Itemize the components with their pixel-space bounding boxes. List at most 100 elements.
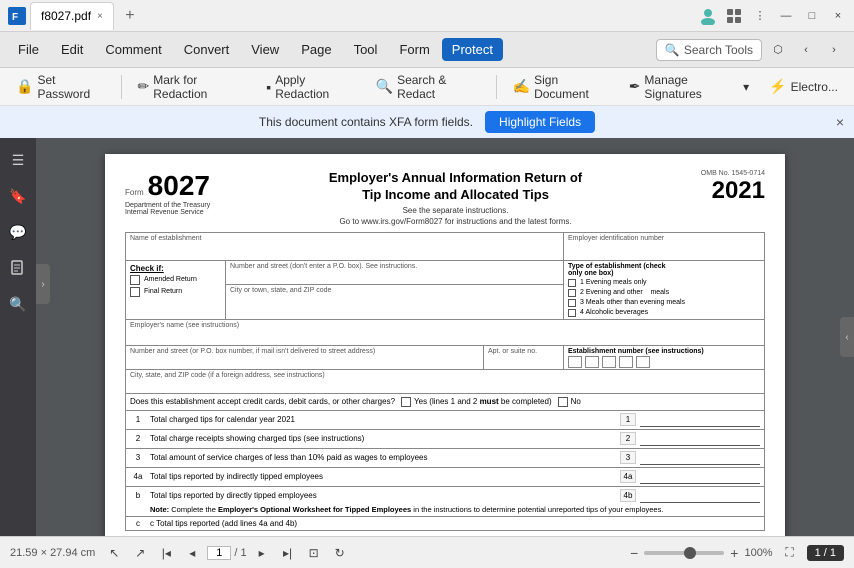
notification-close-button[interactable]: ×	[836, 114, 844, 130]
form-title-area: Employer's Annual Information Return of …	[220, 170, 691, 226]
sidebar-bookmark-icon[interactable]: 🔖	[4, 182, 32, 210]
rotate-button[interactable]: ↻	[329, 542, 351, 564]
zoom-slider[interactable]	[644, 551, 724, 555]
amended-return-checkbox[interactable]	[130, 275, 140, 285]
line-1-amount[interactable]	[640, 413, 760, 427]
line-4b-row: b Total tips reported by directly tipped…	[126, 487, 764, 517]
manage-signatures-button[interactable]: ✒ Manage Signatures ▾	[621, 69, 758, 105]
menu-comment[interactable]: Comment	[95, 38, 171, 61]
set-password-label: Set Password	[37, 73, 104, 101]
more-options-icon[interactable]: ⋮	[748, 4, 772, 28]
last-page-button[interactable]: ▸|	[277, 542, 299, 564]
mark-redaction-button[interactable]: ✏ Mark for Redaction	[130, 69, 255, 105]
menu-bar: File Edit Comment Convert View Page Tool…	[0, 32, 854, 68]
fit-page-button[interactable]: ⊡	[303, 542, 325, 564]
back-icon[interactable]: ‹	[794, 38, 818, 62]
no-box: No	[558, 397, 581, 407]
zoom-out-button[interactable]: −	[630, 545, 638, 561]
line-4b-amount[interactable]	[640, 489, 760, 503]
form-year-display: 2021	[701, 177, 765, 205]
electronic-button[interactable]: ⚡ Electro...	[761, 74, 846, 99]
mark-icon: ✏	[138, 78, 150, 95]
final-return-label: Final Return	[144, 288, 182, 295]
fullscreen-button[interactable]: ⛶	[779, 542, 801, 564]
city-state-field[interactable]	[130, 379, 760, 391]
arrow-tool[interactable]: ↗	[129, 542, 151, 564]
menu-file[interactable]: File	[8, 38, 49, 61]
form-title-line1: Employer's Annual Information Return of	[220, 170, 691, 187]
tab-close-button[interactable]: ×	[97, 11, 103, 22]
form-title-line2: Tip Income and Allocated Tips	[220, 187, 691, 204]
sidebar-menu-icon[interactable]: ☰	[4, 146, 32, 174]
sidebar-comment-icon[interactable]: 💬	[4, 218, 32, 246]
search-redact-button[interactable]: 🔍 Search & Redact	[368, 69, 488, 105]
est-number-boxes[interactable]	[568, 355, 760, 367]
menu-view[interactable]: View	[241, 38, 289, 61]
page-input[interactable]	[207, 546, 231, 560]
dimensions-label: 21.59 × 27.94 cm	[10, 547, 95, 559]
menu-tools-area: 🔍 Search Tools ⬡ ‹ ›	[656, 38, 846, 62]
profile-icon[interactable]	[696, 4, 720, 28]
search-tools-label: Search Tools	[684, 43, 753, 57]
prev-page-button[interactable]: ◂	[181, 542, 203, 564]
menu-edit[interactable]: Edit	[51, 38, 93, 61]
line-2-amount[interactable]	[640, 432, 760, 446]
forward-icon[interactable]: ›	[822, 38, 846, 62]
line-4a-amount[interactable]	[640, 470, 760, 484]
document-tab[interactable]: f8027.pdf ×	[30, 2, 114, 30]
search-tools-button[interactable]: 🔍 Search Tools	[656, 39, 762, 61]
set-password-button[interactable]: 🔒 Set Password	[8, 69, 113, 105]
city-state-label: City, state, and ZIP code (if a foreign …	[130, 372, 760, 379]
extensions-icon[interactable]	[722, 4, 746, 28]
type-3-checkbox[interactable]	[568, 299, 576, 307]
employer-name-field[interactable]	[130, 329, 760, 343]
cursor-tool[interactable]: ↖	[103, 542, 125, 564]
menu-protect[interactable]: Protect	[442, 38, 503, 61]
menu-form[interactable]: Form	[389, 38, 439, 61]
collapse-left-handle[interactable]: ›	[36, 264, 50, 304]
line-1-desc: Total charged tips for calendar year 202…	[150, 415, 616, 424]
employer-id-field[interactable]	[568, 242, 760, 258]
maximize-button[interactable]: □	[800, 4, 824, 28]
menu-tool[interactable]: Tool	[344, 38, 388, 61]
menu-convert[interactable]: Convert	[174, 38, 240, 61]
note-text-area: Note: Complete the Employer's Optional W…	[130, 505, 760, 514]
yes-checkbox[interactable]	[401, 397, 411, 407]
new-tab-button[interactable]: +	[118, 4, 142, 28]
mailing-field[interactable]	[130, 355, 479, 367]
mailing-label: Number and street (or P.O. box number, i…	[130, 348, 479, 355]
document-area: Form 8027 Department of the Treasury Int…	[36, 138, 854, 536]
zoom-in-button[interactable]: +	[730, 545, 738, 561]
yes-label: Yes (lines 1 and 2 must be completed)	[414, 397, 552, 406]
final-return-checkbox[interactable]	[130, 287, 140, 297]
establishment-name-field[interactable]	[130, 242, 559, 258]
close-button[interactable]: ×	[826, 4, 850, 28]
type-4-checkbox[interactable]	[568, 309, 576, 317]
type-2-checkbox[interactable]	[568, 289, 576, 297]
share-icon[interactable]: ⬡	[766, 38, 790, 62]
signatures-icon: ✒	[629, 78, 641, 95]
search-redact-icon: 🔍	[376, 78, 393, 95]
street-field[interactable]	[230, 270, 559, 282]
city-field[interactable]	[230, 294, 559, 306]
no-checkbox[interactable]	[558, 397, 568, 407]
line-3-amount[interactable]	[640, 451, 760, 465]
collapse-right-handle[interactable]: ‹	[840, 317, 854, 357]
next-page-button[interactable]: ▸	[251, 542, 273, 564]
line-4b-desc: Total tips reported by directly tipped e…	[150, 491, 616, 500]
line-4b-num: b	[130, 491, 146, 500]
apply-redaction-button[interactable]: ▪ Apply Redaction	[258, 69, 363, 105]
apt-field[interactable]	[488, 355, 559, 367]
navigation-controls: ↖ ↗ |◂ ◂ / 1 ▸ ▸| ⊡ ↻	[103, 542, 350, 564]
type-1-checkbox[interactable]	[568, 279, 576, 287]
minimize-button[interactable]: —	[774, 4, 798, 28]
check-if-section: Check if: Amended Return Final Return	[126, 261, 226, 319]
check-if-label: Check if:	[130, 264, 221, 273]
sidebar-search-icon[interactable]: 🔍	[4, 290, 32, 318]
highlight-fields-button[interactable]: Highlight Fields	[485, 111, 595, 133]
line-4a-code: 4a	[620, 470, 636, 483]
sign-document-button[interactable]: ✍ Sign Document	[505, 69, 617, 105]
menu-page[interactable]: Page	[291, 38, 341, 61]
sidebar-page-icon[interactable]	[4, 254, 32, 282]
first-page-button[interactable]: |◂	[155, 542, 177, 564]
